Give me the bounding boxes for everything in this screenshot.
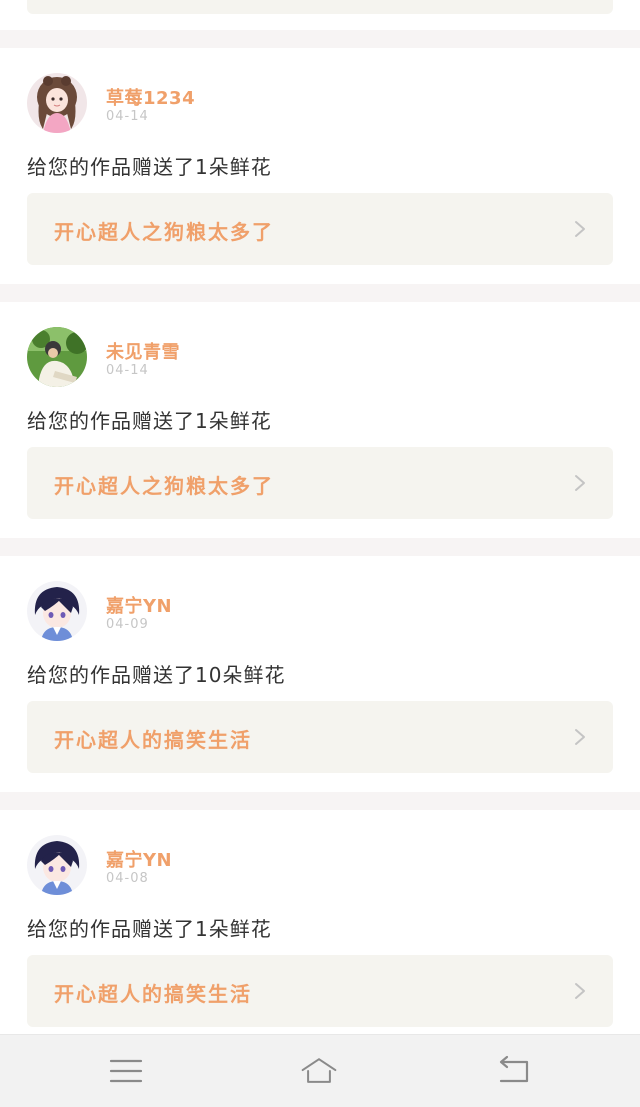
gift-notification-card: 草莓1234 04-14 给您的作品赠送了1朵鲜花 开心超人之狗粮太多了	[0, 48, 640, 284]
user-avatar[interactable]	[27, 327, 87, 387]
user-name[interactable]: 未见青雪	[106, 338, 180, 364]
gift-message: 给您的作品赠送了10朵鲜花	[27, 663, 286, 687]
chevron-right-icon	[575, 729, 585, 745]
user-avatar[interactable]	[27, 73, 87, 133]
previous-work-link-fragment[interactable]	[27, 0, 613, 14]
chevron-right-icon	[575, 221, 585, 237]
previous-card-fragment	[0, 0, 640, 30]
girl-pink-dress-avatar-icon	[27, 73, 87, 133]
card-separator	[0, 30, 640, 48]
gift-message: 给您的作品赠送了1朵鲜花	[27, 155, 272, 179]
post-date: 04-08	[106, 871, 149, 886]
menu-icon[interactable]	[106, 1053, 146, 1089]
work-title: 开心超人的搞笑生活	[54, 728, 252, 752]
card-separator	[0, 538, 640, 556]
user-name[interactable]: 嘉宁YN	[106, 846, 172, 872]
card-separator	[0, 284, 640, 302]
gift-notification-card: 未见青雪 04-14 给您的作品赠送了1朵鲜花 开心超人之狗粮太多了	[0, 302, 640, 538]
work-link[interactable]: 开心超人的搞笑生活	[27, 701, 613, 773]
gift-notification-card: 嘉宁YN 04-08 给您的作品赠送了1朵鲜花 开心超人的搞笑生活	[0, 810, 640, 1034]
work-link[interactable]: 开心超人之狗粮太多了	[27, 193, 613, 265]
chevron-right-icon	[575, 983, 585, 999]
user-name[interactable]: 草莓1234	[106, 84, 195, 110]
user-avatar[interactable]	[27, 581, 87, 641]
work-title: 开心超人的搞笑生活	[54, 982, 252, 1006]
post-date: 04-14	[106, 363, 149, 378]
anime-boy-avatar-icon	[27, 835, 87, 895]
outdoor-photo-avatar-icon	[27, 327, 87, 387]
gift-notification-feed: 草莓1234 04-14 给您的作品赠送了1朵鲜花 开心超人之狗粮太多了 未见青	[0, 0, 640, 1034]
work-title: 开心超人之狗粮太多了	[54, 474, 274, 498]
back-icon[interactable]	[495, 1053, 535, 1089]
gift-message: 给您的作品赠送了1朵鲜花	[27, 409, 272, 433]
user-name[interactable]: 嘉宁YN	[106, 592, 172, 618]
post-date: 04-14	[106, 109, 149, 124]
chevron-right-icon	[575, 475, 585, 491]
work-link[interactable]: 开心超人之狗粮太多了	[27, 447, 613, 519]
card-separator	[0, 792, 640, 810]
work-link[interactable]: 开心超人的搞笑生活	[27, 955, 613, 1027]
post-date: 04-09	[106, 617, 149, 632]
gift-notification-card: 嘉宁YN 04-09 给您的作品赠送了10朵鲜花 开心超人的搞笑生活	[0, 556, 640, 792]
anime-boy-avatar-icon	[27, 581, 87, 641]
gift-message: 给您的作品赠送了1朵鲜花	[27, 917, 272, 941]
home-icon[interactable]	[299, 1053, 339, 1089]
user-avatar[interactable]	[27, 835, 87, 895]
work-title: 开心超人之狗粮太多了	[54, 220, 274, 244]
system-navigation-bar	[0, 1034, 640, 1107]
